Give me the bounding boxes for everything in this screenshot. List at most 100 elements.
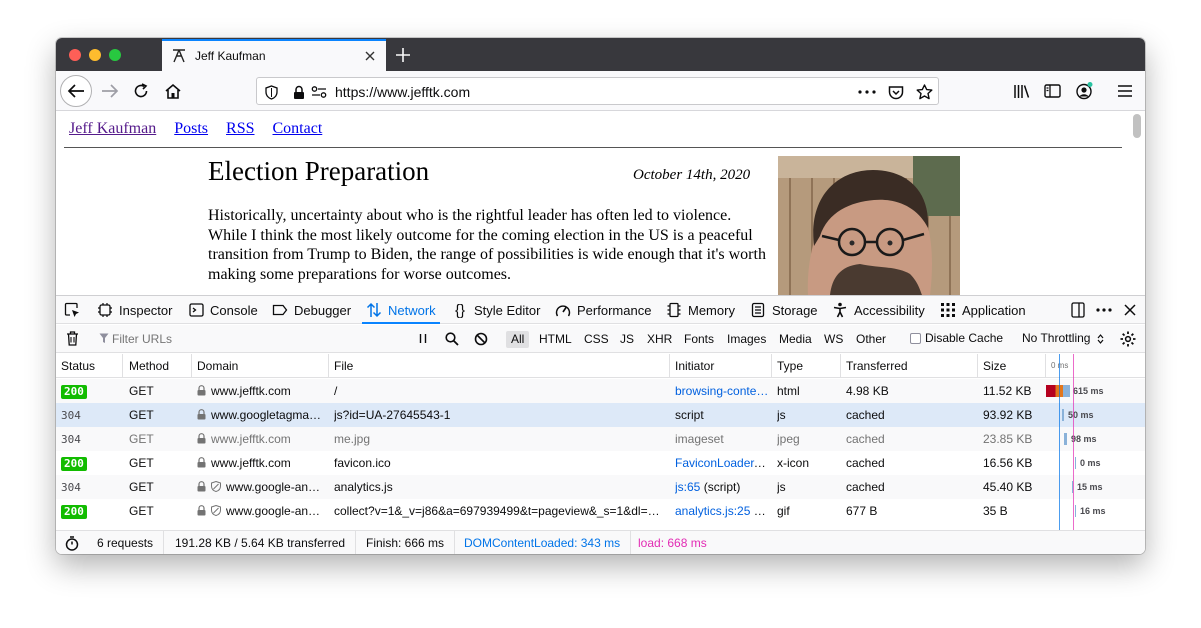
tab-style-editor[interactable]: {} Style Editor	[452, 296, 541, 324]
filter-html[interactable]: HTML	[534, 331, 577, 348]
stopwatch-icon[interactable]	[65, 536, 79, 554]
table-row[interactable]: 304 GET www.googletagma… js?id=UA-27645543-…	[56, 403, 1145, 427]
col-transferred[interactable]: Transferred	[841, 354, 978, 378]
devtools-close-icon[interactable]	[1122, 296, 1144, 324]
col-file[interactable]: File	[329, 354, 670, 378]
browser-tab[interactable]: Jeff Kaufman	[162, 39, 386, 71]
size-cell: 93.92 KB	[983, 408, 1033, 422]
window-maximize-button[interactable]	[109, 49, 121, 61]
filter-images[interactable]: Images	[722, 331, 771, 348]
shield-icon[interactable]	[261, 82, 281, 102]
col-waterfall[interactable]: 0 ms	[1046, 354, 1145, 378]
tab-inspector[interactable]: Inspector	[97, 296, 172, 324]
tab-performance[interactable]: Performance	[555, 296, 651, 324]
url-text[interactable]: https://www.jefftk.com	[335, 84, 470, 100]
table-row[interactable]: 200 GET www.google-an… collect?v=1&_v=j86&a…	[56, 499, 1145, 523]
status-cell: 200	[61, 451, 121, 475]
pause-icon[interactable]	[418, 333, 428, 347]
filter-all[interactable]: All	[506, 331, 530, 348]
disable-cache-checkbox[interactable]	[910, 333, 921, 344]
dcl-marker	[1059, 354, 1060, 530]
initiator-cell: analytics.js:25 (…	[675, 499, 769, 523]
account-icon[interactable]	[1069, 76, 1099, 106]
sidebar-icon[interactable]	[1037, 76, 1067, 106]
table-row[interactable]: 304 GET www.jefftk.com me.jpg imageset jpeg ca…	[56, 427, 1145, 451]
url-bar[interactable]: https://www.jefftk.com	[256, 77, 939, 105]
settings-gear-icon[interactable]	[1120, 331, 1136, 350]
bookmark-star-icon[interactable]	[914, 82, 934, 102]
filter-urls-input[interactable]	[112, 332, 412, 346]
tab-close-icon[interactable]	[358, 44, 382, 68]
initiator-link[interactable]: FaviconLoader.j…	[675, 456, 769, 470]
initiator-link[interactable]: js:65	[675, 480, 700, 494]
domain-cell: www.googletagma…	[197, 403, 327, 427]
application-icon	[940, 302, 956, 318]
tab-debugger[interactable]: Debugger	[272, 296, 351, 324]
trash-icon[interactable]	[66, 331, 79, 349]
col-status[interactable]: Status	[56, 354, 123, 378]
filter-ws[interactable]: WS	[819, 331, 848, 348]
table-row[interactable]: 200 GET www.jefftk.com / browsing-conte… html…	[56, 379, 1145, 403]
tab-accessibility[interactable]: Accessibility	[832, 296, 925, 324]
back-arrow-icon[interactable]	[60, 75, 92, 107]
initiator-link[interactable]: browsing-conte…	[675, 384, 768, 398]
transferred-cell: cached	[846, 432, 885, 446]
forward-arrow-icon[interactable]	[95, 76, 125, 106]
col-method[interactable]: Method	[124, 354, 192, 378]
permissions-icon[interactable]	[309, 82, 329, 102]
post-title: Election Preparation	[208, 156, 430, 186]
home-icon[interactable]	[158, 76, 188, 106]
col-type[interactable]: Type	[772, 354, 841, 378]
element-picker-icon[interactable]	[64, 296, 86, 324]
filter-js[interactable]: JS	[615, 331, 639, 348]
memory-icon	[666, 302, 682, 318]
table-row[interactable]: 200 GET www.jefftk.com favicon.ico FaviconLo…	[56, 451, 1145, 475]
tab-console[interactable]: Console	[188, 296, 258, 324]
nav-link-posts[interactable]: Posts	[174, 120, 208, 137]
filter-xhr[interactable]: XHR	[642, 331, 677, 348]
more-actions-icon[interactable]	[857, 82, 877, 102]
table-row[interactable]: 304 GET www.google-an… analytics.js js:65 (s…	[56, 475, 1145, 499]
status-badge: 304	[61, 409, 81, 422]
col-size[interactable]: Size	[978, 354, 1046, 378]
tab-memory[interactable]: Memory	[666, 296, 735, 324]
tab-storage[interactable]: Storage	[750, 296, 818, 324]
author-photo	[778, 156, 960, 295]
devtools-more-icon[interactable]	[1096, 296, 1118, 324]
nav-link-rss[interactable]: RSS	[226, 120, 254, 137]
window-minimize-button[interactable]	[89, 49, 101, 61]
filter-media[interactable]: Media	[774, 331, 817, 348]
tab-network[interactable]: Network	[362, 296, 440, 324]
lock-icon	[197, 384, 211, 398]
initiator-cell: browsing-conte…	[675, 379, 769, 403]
initiator-cell: script	[675, 403, 769, 427]
new-tab-icon[interactable]	[390, 42, 416, 68]
reload-icon[interactable]	[126, 76, 156, 106]
type-cell: x-icon	[777, 456, 810, 470]
search-icon[interactable]	[445, 332, 459, 349]
domain-text: www.jefftk.com	[211, 384, 291, 398]
file-cell: me.jpg	[334, 432, 371, 446]
window-close-button[interactable]	[69, 49, 81, 61]
dock-side-icon[interactable]	[1070, 296, 1092, 324]
hamburger-menu-icon[interactable]	[1110, 76, 1140, 106]
page-scrollbar[interactable]	[1133, 114, 1141, 138]
nav-link-contact[interactable]: Contact	[273, 120, 323, 137]
block-icon[interactable]	[474, 332, 488, 349]
throttling-select[interactable]: No Throttling	[1022, 331, 1104, 345]
library-icon[interactable]	[1006, 76, 1036, 106]
nav-link-home[interactable]: Jeff Kaufman	[69, 120, 156, 137]
waterfall-time: 615 ms	[1073, 386, 1104, 396]
initiator-cell: FaviconLoader.j…	[675, 451, 769, 475]
lock-icon[interactable]	[289, 82, 309, 102]
pocket-icon[interactable]	[886, 82, 906, 102]
col-initiator[interactable]: Initiator	[670, 354, 772, 378]
filter-css[interactable]: CSS	[579, 331, 614, 348]
initiator-link[interactable]: analytics.js:25	[675, 504, 750, 518]
col-domain[interactable]: Domain	[192, 354, 329, 378]
domain-text: www.google-an…	[226, 504, 321, 518]
filter-other[interactable]: Other	[851, 331, 891, 348]
filter-fonts[interactable]: Fonts	[679, 331, 719, 348]
tab-application[interactable]: Application	[940, 296, 1026, 324]
waterfall-time: 15 ms	[1077, 482, 1103, 492]
